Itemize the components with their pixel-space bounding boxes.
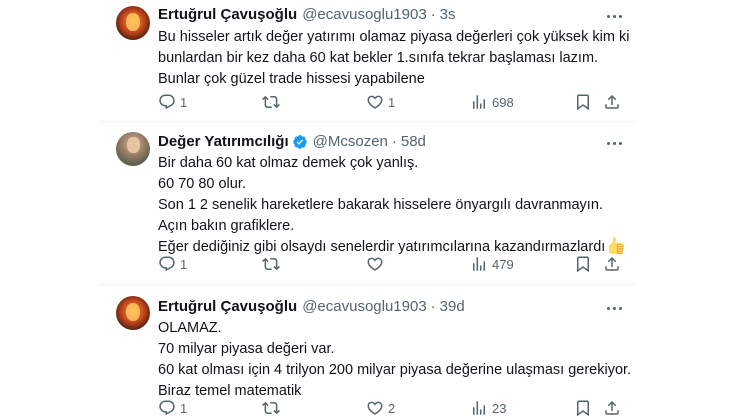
tweet-line-text: Eğer dediğiniz gibi olsaydı senelerdir y… <box>158 239 606 255</box>
tweet-header: Değer Yatırımcılığı @Mcsozen · 58d <box>158 133 426 150</box>
share-icon <box>605 400 619 415</box>
action-bar: 1 1 698 <box>158 92 628 112</box>
share-icon <box>605 94 619 109</box>
tweet[interactable]: Ertuğrul Çavuşoğlu @ecavusoglu1903 · 3s … <box>98 0 636 121</box>
like-icon <box>367 401 383 415</box>
share-button[interactable] <box>603 398 621 418</box>
tweet-line: 70 milyar piyasa değeri var. <box>158 341 335 357</box>
tweet-text: OLAMAZ. 70 milyar piyasa değeri var. 60 … <box>158 318 632 402</box>
views-count: 698 <box>492 94 514 110</box>
bookmark-icon <box>577 400 589 417</box>
author-name[interactable]: Ertuğrul Çavuşoğlu <box>158 298 297 315</box>
action-bar: 1 479 <box>158 254 628 274</box>
reply-icon <box>159 400 175 416</box>
timestamp[interactable]: 3s <box>440 6 456 23</box>
views-button[interactable]: 23 <box>470 398 506 418</box>
tweet-line: Bu hisseler artık değer yatırımı olamaz … <box>158 29 630 45</box>
timestamp[interactable]: 58d <box>401 133 426 150</box>
tweet-feed: Ertuğrul Çavuşoğlu @ecavusoglu1903 · 3s … <box>98 0 636 420</box>
bookmark-icon <box>577 256 589 273</box>
reply-button[interactable]: 1 <box>158 92 187 112</box>
more-icon[interactable] <box>604 6 624 26</box>
verified-badge-icon <box>292 134 307 149</box>
like-icon <box>367 95 383 109</box>
share-button[interactable] <box>603 92 621 112</box>
retweet-icon <box>262 257 280 271</box>
tweet-line: OLAMAZ. <box>158 320 222 336</box>
avatar[interactable] <box>116 6 150 40</box>
timestamp[interactable]: 39d <box>440 298 465 315</box>
tweet-text: Bir daha 60 kat olmaz demek çok yanlış. … <box>158 153 628 258</box>
retweet-button[interactable] <box>262 254 284 274</box>
author-handle[interactable]: @Mcsozen <box>313 133 388 150</box>
retweet-button[interactable] <box>262 92 284 112</box>
views-icon <box>473 401 485 415</box>
tweet-line: 60 70 80 olur. <box>158 176 246 192</box>
tweet-text: Bu hisseler artık değer yatırımı olamaz … <box>158 27 630 90</box>
author-name[interactable]: Değer Yatırımcılığı <box>158 133 289 150</box>
retweet-icon <box>262 401 280 415</box>
reply-count: 1 <box>180 256 188 272</box>
views-icon <box>473 257 485 271</box>
views-count: 23 <box>492 400 507 416</box>
avatar[interactable] <box>116 132 150 166</box>
thumbs-up-emoji-icon <box>609 237 625 254</box>
tweet-line: 60 kat olması için 4 trilyon 200 milyar … <box>158 362 632 378</box>
tweet[interactable]: Değer Yatırımcılığı @Mcsozen · 58d Bir d… <box>98 122 636 284</box>
action-bar: 1 2 23 <box>158 398 628 418</box>
bookmark-icon <box>577 94 589 111</box>
views-icon <box>473 95 485 109</box>
bookmark-button[interactable] <box>574 254 592 274</box>
like-icon <box>367 257 383 271</box>
tweet-line: Bir daha 60 kat olmaz demek çok yanlış. <box>158 155 419 171</box>
retweet-button[interactable] <box>262 398 284 418</box>
reply-button[interactable]: 1 <box>158 254 187 274</box>
like-button[interactable]: 2 <box>366 398 395 418</box>
tweet-line: Bunlar çok güzel trade hissesi yapabilen… <box>158 71 425 87</box>
tweet-line: Açın bakın grafiklere. <box>158 218 295 234</box>
more-icon[interactable] <box>604 298 624 318</box>
like-count: 1 <box>388 94 396 110</box>
tweet-line: Son 1 2 senelik hareketlere bakarak hiss… <box>158 197 603 213</box>
tweet-header: Ertuğrul Çavuşoğlu @ecavusoglu1903 · 3s <box>158 6 456 23</box>
tweet-header: Ertuğrul Çavuşoğlu @ecavusoglu1903 · 39d <box>158 298 465 315</box>
share-icon <box>605 256 619 271</box>
reply-button[interactable]: 1 <box>158 398 187 418</box>
views-button[interactable]: 698 <box>470 92 514 112</box>
author-handle[interactable]: @ecavusoglu1903 <box>302 6 426 23</box>
reply-icon <box>159 256 175 272</box>
views-count: 479 <box>492 256 514 272</box>
tweet-line: bunlardan bir kez daha 60 kat bekler 1.s… <box>158 50 599 66</box>
reply-icon <box>159 94 175 110</box>
share-button[interactable] <box>603 254 621 274</box>
author-name[interactable]: Ertuğrul Çavuşoğlu <box>158 6 297 23</box>
like-count: 2 <box>388 400 396 416</box>
reply-count: 1 <box>180 400 188 416</box>
tweet[interactable]: Ertuğrul Çavuşoğlu @ecavusoglu1903 · 39d… <box>98 285 636 420</box>
bookmark-button[interactable] <box>574 92 592 112</box>
author-handle[interactable]: @ecavusoglu1903 <box>302 298 426 315</box>
retweet-icon <box>262 95 280 109</box>
avatar[interactable] <box>116 296 150 330</box>
like-button[interactable]: 1 <box>366 92 395 112</box>
separator-dot: · <box>430 298 436 315</box>
separator-dot: · <box>430 6 436 23</box>
more-icon[interactable] <box>604 133 624 153</box>
bookmark-button[interactable] <box>574 398 592 418</box>
like-button[interactable] <box>366 254 388 274</box>
views-button[interactable]: 479 <box>470 254 514 274</box>
separator-dot: · <box>391 133 397 150</box>
reply-count: 1 <box>180 94 188 110</box>
